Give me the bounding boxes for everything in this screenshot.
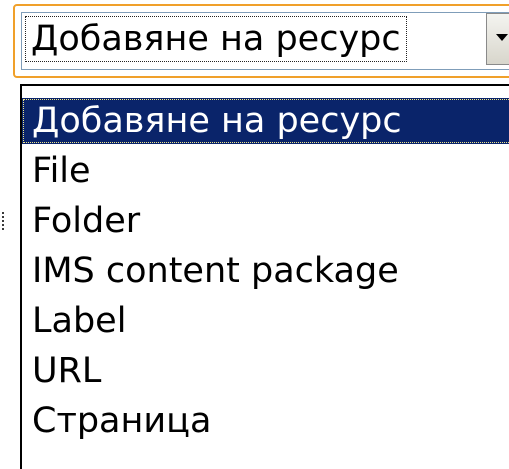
option-add-resource[interactable]: Добавяне на ресурс xyxy=(22,98,509,144)
dropdown-list: Добавяне на ресурс File Folder IMS conte… xyxy=(20,84,509,469)
option-page[interactable]: Страница xyxy=(22,398,509,444)
chevron-down-icon xyxy=(496,34,508,41)
select-dropdown-button[interactable] xyxy=(486,13,509,65)
option-folder[interactable]: Folder xyxy=(22,198,509,244)
page-edge-dots xyxy=(2,212,7,230)
option-url[interactable]: URL xyxy=(22,348,509,394)
option-label[interactable]: Label xyxy=(22,298,509,344)
page-edge xyxy=(0,100,6,469)
add-resource-select[interactable]: Добавяне на ресурс xyxy=(13,4,509,78)
screen: Добавяне на ресурс Добавяне на ресурс Fi… xyxy=(0,0,509,469)
option-file[interactable]: File xyxy=(22,148,509,194)
select-current-value: Добавяне на ресурс xyxy=(25,16,407,62)
option-ims-content-package[interactable]: IMS content package xyxy=(22,248,509,294)
